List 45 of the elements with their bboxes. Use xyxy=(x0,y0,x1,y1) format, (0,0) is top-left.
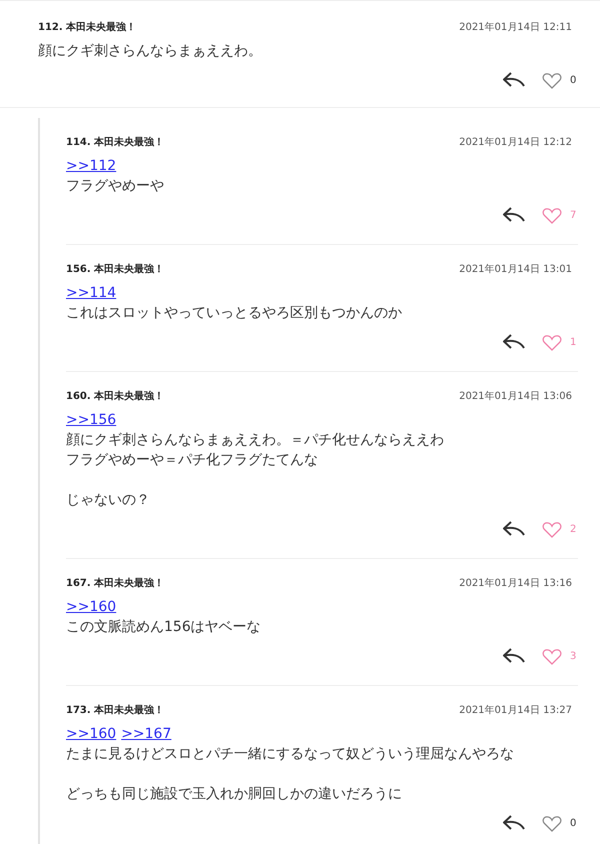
heart-icon[interactable] xyxy=(542,332,562,352)
reply-icon[interactable] xyxy=(502,814,526,832)
comment-text: じゃないの？ xyxy=(66,491,151,510)
comment-text: この文脈読めん156はヤベーな xyxy=(66,618,262,637)
comment-author: 173. 本田未央最強！ xyxy=(66,704,164,717)
like-count: 0 xyxy=(570,818,578,828)
comment-date: 2021年01月14日 12:11 xyxy=(459,21,572,34)
like-count: 0 xyxy=(570,74,578,86)
comment-author: 112. 本田未央最強！ xyxy=(38,20,136,34)
heart-icon[interactable] xyxy=(542,70,562,90)
reply-link[interactable]: >>167 xyxy=(121,724,172,744)
heart-icon[interactable] xyxy=(542,520,562,538)
comment-date: 2021年01月14日 13:27 xyxy=(459,704,572,717)
reply-icon[interactable] xyxy=(502,71,526,89)
like-count: 3 xyxy=(570,650,578,662)
heart-icon[interactable] xyxy=(542,814,562,832)
reply-link[interactable]: >>160 xyxy=(66,724,116,744)
like-count: 2 xyxy=(570,524,578,534)
comment-author: 156. 本田未央最強！ xyxy=(66,262,164,276)
comment-date: 2021年01月14日 13:06 xyxy=(459,390,572,403)
comment-date: 2021年01月14日 13:01 xyxy=(459,263,572,276)
comment-author: 114. 本田未央最強！ xyxy=(66,136,164,149)
comment-text: フラグやめーや＝パチ化フラグたてんな xyxy=(66,451,319,470)
comment-date: 2021年01月14日 12:12 xyxy=(459,136,572,149)
reply-link[interactable]: >>156 xyxy=(66,410,116,430)
heart-icon[interactable] xyxy=(542,206,562,224)
reply-link[interactable]: >>114 xyxy=(66,283,116,303)
reply-icon[interactable] xyxy=(502,206,526,224)
comment-text: これはスロットやっていっとるやろ区別もつかんのか xyxy=(66,304,403,323)
comment-text: 顔にクギ刺さらんならまぁええわ。＝パチ化せんならええわ xyxy=(66,431,445,450)
reply-link[interactable]: >>112 xyxy=(66,156,116,176)
reply-icon[interactable] xyxy=(502,520,526,538)
reply-link[interactable]: >>160 xyxy=(66,597,116,617)
comment-text: どっちも同じ施設で玉入れか胴回しかの違いだろうに xyxy=(66,785,403,804)
reply-icon[interactable] xyxy=(502,333,526,351)
comment-text: たまに見るけどスロとパチ一緒にするなって奴どういう理屈なんやろな xyxy=(66,745,515,764)
comment-author: 160. 本田未央最強！ xyxy=(66,390,164,403)
comment-date: 2021年01月14日 13:16 xyxy=(459,577,572,590)
like-count: 7 xyxy=(570,210,578,220)
like-count: 1 xyxy=(570,336,578,348)
comment-text: 顔にクギ刺さらんならまぁええわ。 xyxy=(38,42,263,61)
comment-author: 167. 本田未央最強！ xyxy=(66,576,164,590)
comment-text: フラグやめーや xyxy=(66,177,165,196)
reply-icon[interactable] xyxy=(502,647,526,665)
heart-icon[interactable] xyxy=(542,646,562,666)
